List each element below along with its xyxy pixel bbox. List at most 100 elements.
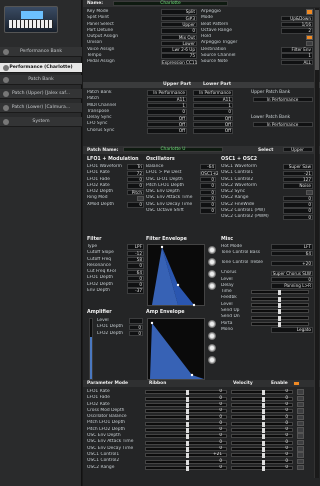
lower-part-value[interactable]: In Performance (193, 90, 233, 96)
slider-thumb[interactable] (186, 465, 189, 471)
param-value[interactable]: 0 (200, 183, 216, 189)
patch-name-field[interactable]: Charlotte U (123, 147, 223, 153)
filter-env-release-knob[interactable] (208, 282, 216, 290)
param-value[interactable]: -37 (127, 288, 144, 294)
enable-checkbox[interactable] (297, 401, 304, 408)
param-value[interactable]: 0 (127, 202, 144, 208)
lower-part-value[interactable]: A11 (193, 96, 233, 103)
param-value[interactable]: 0 (200, 195, 216, 202)
enable-checkbox[interactable] (297, 420, 304, 427)
toggle-checkbox[interactable] (306, 9, 313, 15)
enable-checkbox[interactable] (297, 464, 304, 471)
enable-checkbox[interactable] (297, 414, 304, 421)
lower-part-value[interactable]: 0 (193, 109, 233, 115)
param-value[interactable]: -12 (127, 250, 144, 257)
misc-slider[interactable] (251, 296, 309, 302)
param-value[interactable]: 0 (129, 330, 143, 337)
enable-checkbox[interactable] (297, 458, 304, 465)
param-value[interactable]: Pitch (127, 189, 144, 195)
filter-env-attack-knob[interactable] (208, 246, 216, 254)
param-value[interactable]: ALL (281, 59, 313, 66)
param-value[interactable]: 0 (127, 282, 144, 288)
misc-value[interactable]: 64 (271, 250, 313, 257)
param-value[interactable]: 127 (283, 176, 313, 183)
param-value[interactable]: Filter Env (281, 47, 313, 53)
param-value[interactable]: LPF (127, 244, 144, 250)
upper-part-value[interactable]: Off (147, 121, 187, 128)
param-value[interactable]: 0 (200, 189, 216, 195)
enable-checkbox[interactable] (297, 433, 304, 439)
amp-envelope-graph[interactable] (147, 318, 205, 380)
matrix-enable-toggle[interactable] (293, 381, 300, 386)
misc-value[interactable]: Panning L>R (271, 283, 313, 289)
amp-env-release-knob[interactable] (208, 356, 216, 364)
sidebar-item-patch-upper[interactable]: Patch (Upper) [Jalex saf... (0, 89, 82, 99)
param-value[interactable]: 0 (127, 176, 144, 183)
select-dropdown[interactable]: Upper (283, 147, 313, 153)
enable-checkbox[interactable] (297, 427, 304, 433)
misc-slider[interactable] (251, 309, 309, 315)
upper-part-value[interactable]: 1 (147, 102, 187, 109)
param-value[interactable]: 0 (283, 195, 313, 202)
param-value[interactable]: 1 (281, 53, 313, 59)
misc-slider[interactable] (251, 303, 309, 309)
param-value[interactable]: 1/16 (281, 21, 313, 28)
enable-checkbox[interactable] (297, 408, 304, 414)
param-value[interactable]: OSC1+2 (200, 170, 218, 177)
enable-checkbox[interactable] (297, 439, 304, 446)
upper-part-value[interactable]: Off (147, 115, 187, 121)
upper-part-value[interactable]: In Performance (147, 90, 187, 96)
param-value[interactable]: Super Saw (283, 164, 313, 170)
sidebar-item-performance[interactable]: Performance (Charlotte) (0, 63, 82, 73)
filter-env-sustain-knob[interactable] (208, 270, 216, 278)
param-value[interactable]: 75 (161, 53, 197, 59)
param-value[interactable]: 0 (127, 183, 144, 189)
lower-patch-bank-value[interactable]: In Performance (253, 122, 313, 128)
param-value[interactable]: Lwr 2-6 Up (161, 47, 197, 53)
param-value[interactable] (129, 318, 143, 324)
enable-checkbox[interactable] (297, 395, 304, 402)
param-value[interactable]: -21 (283, 170, 313, 177)
lower-part-value[interactable]: 1 (193, 102, 233, 109)
param-value[interactable]: Expression CC11 (161, 59, 197, 66)
misc-slider[interactable] (251, 315, 309, 321)
param-value[interactable]: 0 (127, 275, 144, 282)
misc-value[interactable]: +20 (271, 260, 313, 267)
filter-envelope-graph[interactable] (147, 244, 205, 307)
param-value[interactable]: 72 (127, 170, 144, 177)
param-value[interactable]: Up&Down (281, 15, 313, 22)
toggle-checkbox[interactable] (306, 189, 313, 196)
misc-value[interactable]: Super Chorus SLW (271, 270, 313, 277)
enable-checkbox[interactable] (297, 452, 304, 458)
sidebar-item-patch-lower[interactable]: Patch (Lower) [Calmura... (0, 103, 82, 113)
lower-part-value[interactable]: Off (193, 128, 233, 134)
param-value[interactable]: Noise (283, 183, 313, 189)
param-value[interactable]: 0 (161, 28, 197, 34)
misc-value[interactable]: Legato (271, 327, 313, 333)
misc-slider[interactable] (251, 321, 309, 327)
param-value[interactable]: 0 (283, 202, 313, 208)
sidebar-item-performance-bank[interactable]: Performance Bank (0, 47, 82, 57)
param-value[interactable]: 0 (200, 208, 216, 214)
scrollbar[interactable] (314, 8, 319, 478)
scrollbar-thumb[interactable] (315, 10, 319, 70)
lower-part-value[interactable]: Off (193, 115, 233, 121)
param-value[interactable]: 64 (127, 269, 144, 275)
filter-env-decay-knob[interactable] (208, 258, 216, 266)
enable-checkbox[interactable] (297, 389, 304, 395)
upper-patch-bank-value[interactable]: In Performance (253, 97, 313, 103)
param-value[interactable]: 58 (127, 256, 144, 263)
upper-part-value[interactable]: A11 (147, 96, 187, 103)
lower-part-value[interactable]: Off (193, 121, 233, 128)
toggle-checkbox[interactable] (306, 40, 313, 47)
param-value[interactable]: Tri (127, 164, 144, 170)
param-value[interactable]: 0 (283, 214, 313, 221)
param-value[interactable]: 2 (281, 28, 313, 34)
param-value[interactable]: Lower (161, 40, 197, 47)
enable-checkbox[interactable] (297, 446, 304, 452)
param-value[interactable]: Split (161, 9, 197, 15)
amp-env-attack-knob[interactable] (208, 320, 216, 328)
misc-slider[interactable] (251, 290, 309, 296)
upper-part-value[interactable]: Off (147, 128, 187, 134)
misc-value[interactable]: LFT (271, 244, 313, 250)
